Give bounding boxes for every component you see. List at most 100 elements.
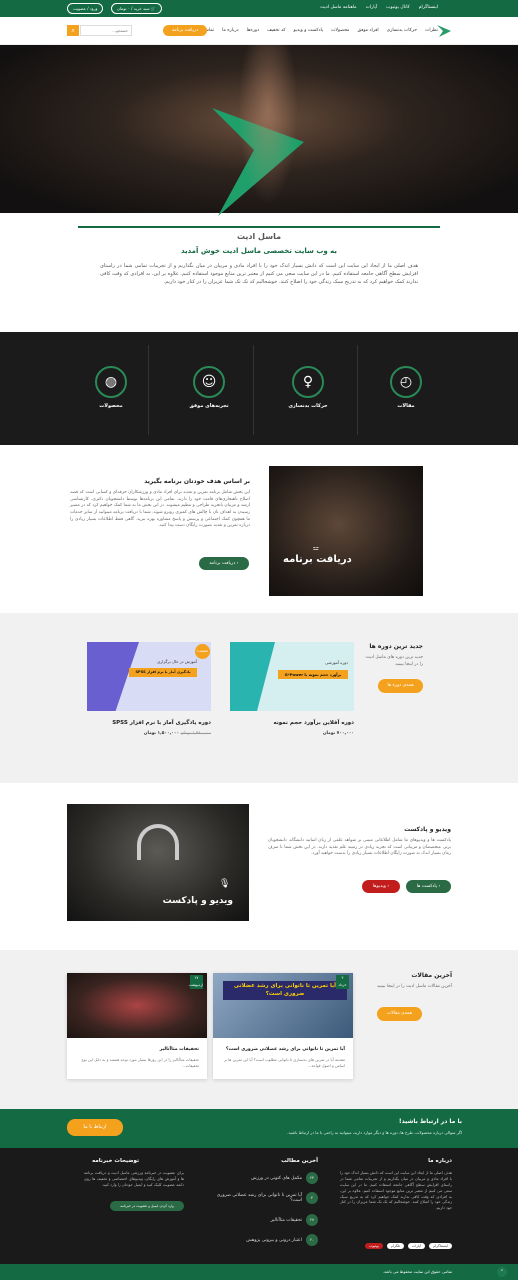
headphones-icon	[137, 824, 179, 860]
footer-about-title: درباره ما	[428, 1158, 452, 1164]
social-instagram-button[interactable]: اینستاگرام	[429, 1243, 452, 1249]
top-link-instagram[interactable]: اینستاگرام	[419, 5, 438, 10]
footer-date-badge: ۲۰	[306, 1234, 318, 1246]
nav-item-about[interactable]: درباره ما	[222, 28, 239, 33]
article-banner-text: آیا تمرین تا ناتوانی برای رشد عضلانی ضرو…	[223, 981, 347, 1001]
article-excerpt-1: مقدمه آیا در تمرین های بدنسازی تا ناتوان…	[223, 1057, 345, 1068]
all-courses-button[interactable]: همه‌ی دوره ها	[378, 679, 423, 693]
nav-item-products[interactable]: محصولات	[331, 28, 349, 33]
footer-about-text: هدف اصلی ما از ایجاد این سایت این است که…	[340, 1170, 452, 1211]
top-link-aparat[interactable]: آپارات	[366, 5, 378, 10]
social-youtube-button[interactable]: یوتیوب	[364, 1243, 383, 1249]
nav-item-podcast[interactable]: پادکست و ویدیو	[293, 28, 323, 33]
course-old-price: ۱,۹۸۰,۰۰۰ تومان	[180, 731, 211, 736]
nav-item-courses[interactable]: دوره‌ها	[247, 28, 259, 33]
cart-icon: 🛒	[150, 6, 156, 11]
search-button[interactable]: ⌕	[67, 25, 79, 36]
footer-bottom: تمامی حقوق این سایت محفوظ می باشد. ⌃	[0, 1264, 518, 1280]
product-ball-icon: ◍	[95, 366, 127, 398]
course-banner-2[interactable]: آموزش در حال برگزاری یادگیری آمار با نرم…	[87, 642, 211, 711]
articles-title: آخرین مقالات	[411, 972, 452, 979]
contact-desc: اگر سوالی درباره محصولات، طرح ها، دوره ه…	[287, 1130, 462, 1135]
course-banner-top: دوره آموزشی	[325, 660, 348, 665]
top-link-youtube[interactable]: کانال یوتیوب	[386, 5, 410, 10]
footer-latest-item[interactable]: ۲۰ اعتبار درونی و بیرونی پژوهش	[246, 1234, 318, 1246]
podcasts-label: پادکست ها	[416, 884, 438, 889]
feature-label: محصولات	[99, 403, 123, 409]
footer-latest-item[interactable]: ۲۳ مکمل های کتونی در ورزش	[251, 1172, 318, 1184]
program-body: این بخش شامل برنامه تمرین و تغذیه برای ا…	[69, 490, 250, 529]
podcasts-button[interactable]: ‹ پادکست ها	[406, 880, 451, 893]
footer-latest-item-title: آیا تمرین تا ناتوانی برای رشد عضلانی ضرو…	[216, 1193, 302, 1203]
newsletter-button[interactable]: وارد کردن ایمیل و عضویت در خبرنامه	[110, 1201, 184, 1211]
intro-divider	[78, 226, 440, 228]
top-link-magazine[interactable]: ماهنامه ماسل ادیت	[320, 5, 356, 10]
success-person-icon: ☺	[193, 366, 225, 398]
social-aparat-button[interactable]: آپارات	[408, 1243, 426, 1249]
hero-banner	[0, 45, 518, 216]
nav-item-comments[interactable]: نظرات	[425, 28, 438, 33]
feature-articles[interactable]: ◴ مقالات	[386, 366, 426, 409]
article-title-1[interactable]: آیا تمرین تا ناتوانی برای رشد عضلانی ضرو…	[221, 1047, 345, 1052]
site-logo[interactable]	[436, 23, 452, 39]
back-to-top-button[interactable]: ⌃	[497, 1267, 507, 1277]
article-clock-icon: ◴	[390, 366, 422, 398]
intro-body: هدف اصلی ما از ایجاد این سایت این است که…	[100, 263, 418, 285]
program-button-label: دریافت برنامه	[209, 561, 236, 566]
course-name-1[interactable]: دوره آفلاین برآورد حجم نمونه	[240, 720, 354, 726]
chevron-left-icon: ‹	[236, 561, 239, 566]
chevron-left-icon: ‹	[387, 884, 390, 889]
dumbbell-icon: ⚍	[312, 544, 319, 552]
features-section: ◴ مقالات ♀ حرکات بدنسازی ☺ تجربه‌های موف…	[0, 332, 518, 445]
intro-title: ماسل ادیت	[236, 232, 282, 241]
feature-products[interactable]: ◍ محصولات	[91, 366, 131, 409]
chevron-left-icon: ‹	[438, 884, 441, 889]
article-excerpt-2: تحقیقات متاآنالیز را در این روزها بسیار …	[81, 1057, 199, 1068]
nav-item-discount[interactable]: کد تخفیف	[267, 28, 285, 33]
contact-title: با ما در ارتباط باشید!	[398, 1118, 462, 1125]
nav-program-button[interactable]: دریافت برنامه	[163, 25, 207, 36]
nav-item-exercises[interactable]: حرکات بدنسازی	[387, 28, 417, 33]
program-image[interactable]: ⚍ دریافت برنامه	[269, 466, 423, 596]
contact-button[interactable]: ارتباط با ما	[67, 1119, 123, 1136]
article-card-1[interactable]: آیا تمرین تا ناتوانی برای رشد عضلانی ضرو…	[213, 973, 353, 1079]
videos-button[interactable]: ‹ ویدیوها	[362, 880, 400, 893]
footer-latest-item[interactable]: ۲۷ تحقیقات متاآنالیز	[271, 1214, 318, 1226]
footer-latest-item-title: تحقیقات متاآنالیز	[270, 1217, 302, 1223]
course-banner-1[interactable]: دوره آموزشی برآورد حجم نمونه با G*Power	[230, 642, 354, 711]
footer-latest-item-title: اعتبار درونی و بیرونی پژوهش	[246, 1237, 302, 1243]
footer-latest-item[interactable]: ۳ آیا تمرین تا ناتوانی برای رشد عضلانی ضر…	[210, 1192, 318, 1204]
podcast-image[interactable]: 🎙 ویدیو و پادکست	[67, 804, 249, 921]
social-telegram-button[interactable]: تلگرام	[386, 1243, 405, 1249]
article-card-2[interactable]: ۲۷ اردیبهشت تحقیقات متاآنالیز تحقیقات مت…	[67, 973, 207, 1079]
hero-athlete-image	[238, 45, 298, 205]
copyright: تمامی حقوق این سایت محفوظ می باشد.	[382, 1269, 452, 1274]
program-button[interactable]: ‹ دریافت برنامه	[199, 557, 249, 570]
body-exercise-icon: ♀	[292, 366, 324, 398]
footer-latest-title: آخرین مطالب	[281, 1158, 318, 1164]
article-date-badge: ۲۷ اردیبهشت	[188, 975, 203, 989]
feature-exercises[interactable]: ♀ حرکات بدنسازی	[288, 366, 328, 409]
search-input[interactable]	[80, 25, 132, 36]
course-name-2[interactable]: دوره یادگیری آمار با نرم افزار SPSS	[97, 720, 211, 726]
footer-date-badge: ۳	[306, 1192, 318, 1204]
podcast-title: ویدیو و پادکست	[404, 826, 451, 833]
article-month: اردیبهشت	[188, 983, 203, 987]
footer: درباره ما هدف اصلی ما از ایجاد این سایت …	[0, 1148, 518, 1264]
footer-newsletter-title: توضیحات خبرنامه	[92, 1158, 140, 1164]
cart-button[interactable]: 🛒 سبد خرید / ۰ تومان	[111, 3, 162, 14]
article-title-2[interactable]: تحقیقات متاآنالیز	[75, 1047, 199, 1052]
login-button[interactable]: ورود / عضویت	[67, 3, 104, 14]
footer-date-badge: ۲۳	[306, 1172, 318, 1184]
feature-success[interactable]: ☺ تجربه‌های موفق	[189, 366, 229, 409]
footer-newsletter-text: برای عضویت در خبرنامه ورزشی ماسل ادیت و …	[84, 1170, 184, 1187]
feature-divider	[357, 345, 358, 435]
cart-label: سبد خرید / ۰ تومان	[117, 6, 150, 11]
course-price-1: ۷۰۰,۰۰۰ تومان	[322, 731, 354, 736]
all-articles-button[interactable]: همه‌ی مقالات	[377, 1007, 422, 1021]
nav-item-success[interactable]: افراد موفق	[357, 28, 378, 33]
discount-badge: تخفیف!	[195, 644, 210, 659]
social-buttons: اینستاگرام آپارات تلگرام یوتیوب	[364, 1243, 452, 1249]
search-icon: ⌕	[71, 27, 75, 34]
feature-label: حرکات بدنسازی	[288, 403, 328, 409]
